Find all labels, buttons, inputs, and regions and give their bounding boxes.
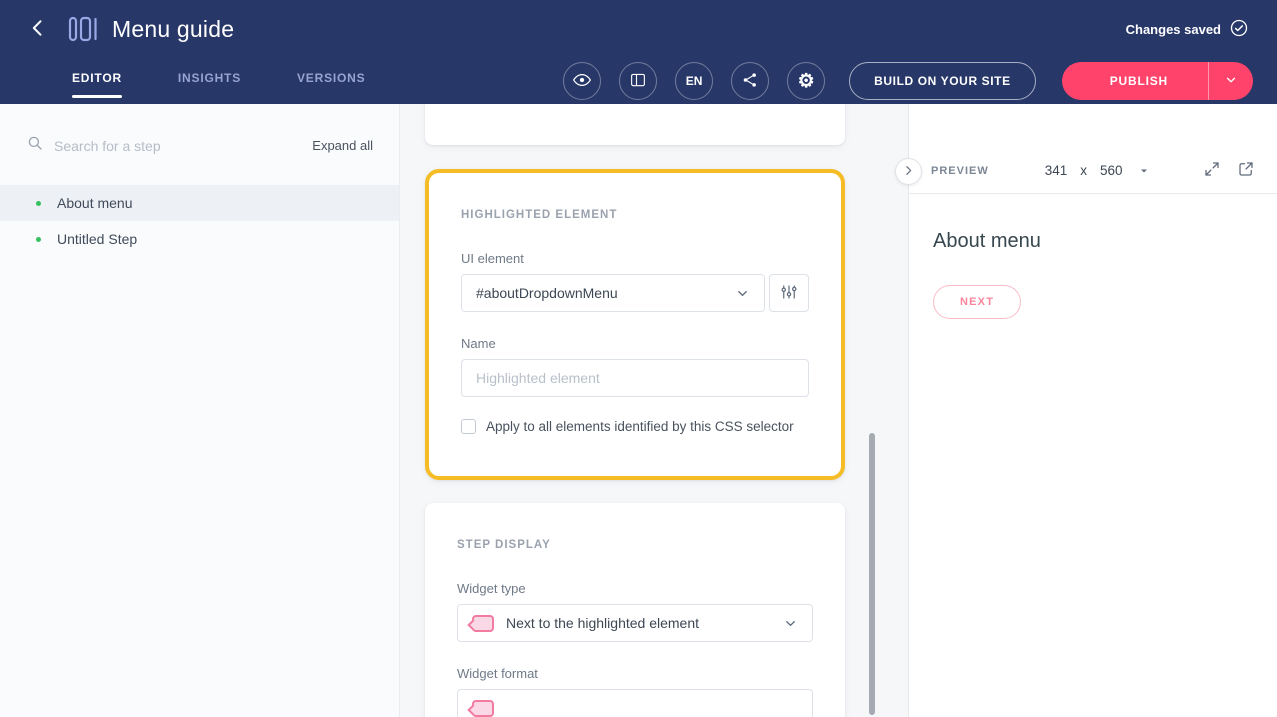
step-display-card: STEP DISPLAY Widget type Next to the hig…: [425, 503, 845, 717]
selector-settings-button[interactable]: [769, 274, 809, 312]
main-tabs: EDITOR INSIGHTS VERSIONS: [72, 58, 365, 104]
back-button[interactable]: [28, 18, 48, 41]
step-item-about-menu[interactable]: About menu: [0, 185, 399, 221]
step-item-label: Untitled Step: [57, 231, 137, 247]
build-on-your-site-button[interactable]: BUILD ON YOUR SITE: [849, 62, 1036, 100]
expand-preview-button[interactable]: [1203, 160, 1221, 181]
highlighted-element-card: HIGHLIGHTED ELEMENT UI element #aboutDro…: [425, 169, 845, 480]
chevron-right-icon: [902, 164, 915, 180]
chevron-down-icon: [1224, 73, 1238, 90]
settings-button[interactable]: ⚙: [787, 62, 825, 100]
preview-panel: PREVIEW 341 x 560: [908, 104, 1277, 717]
widget-format-label: Widget format: [457, 666, 813, 681]
search-icon: [26, 134, 44, 157]
preview-size-separator: x: [1080, 163, 1087, 178]
language-label: EN: [686, 74, 703, 88]
app-header: Menu guide Changes saved EDITOR INSIGHTS…: [0, 0, 1277, 104]
publish-button-group: PUBLISH: [1062, 62, 1253, 100]
tab-insights[interactable]: INSIGHTS: [178, 58, 241, 104]
publish-dropdown-button[interactable]: [1209, 62, 1253, 100]
step-item-untitled-step[interactable]: Untitled Step: [0, 221, 399, 257]
widget-format-select[interactable]: [457, 689, 813, 717]
sliders-icon: [780, 283, 798, 304]
preview-step-title: About menu: [933, 230, 1253, 253]
changes-saved-status: Changes saved: [1126, 18, 1249, 41]
guide-type-icon: [68, 16, 98, 42]
expand-all-link[interactable]: Expand all: [312, 138, 373, 153]
app-body: Expand all About menu Untitled Step HIGH…: [0, 104, 1277, 717]
expand-icon: [1203, 160, 1221, 181]
ui-element-value: #aboutDropdownMenu: [476, 285, 618, 301]
widget-type-value: Next to the highlighted element: [506, 615, 699, 631]
preview-width-value: 341: [1045, 163, 1068, 178]
preview-eye-button[interactable]: [563, 62, 601, 100]
name-label: Name: [461, 336, 809, 351]
section-title: STEP DISPLAY: [457, 539, 813, 551]
chevron-left-icon: [28, 18, 48, 41]
preview-body: About menu NEXT: [909, 194, 1277, 355]
preview-label: PREVIEW: [931, 165, 989, 177]
highlighted-element-name-input[interactable]: [461, 359, 809, 397]
share-button[interactable]: [731, 62, 769, 100]
layout-button[interactable]: [619, 62, 657, 100]
editor-main: HIGHLIGHTED ELEMENT UI element #aboutDro…: [400, 104, 908, 717]
header-top-row: Menu guide Changes saved: [0, 0, 1277, 58]
widget-tooltip-icon: [472, 615, 494, 632]
preview-size-dropdown[interactable]: 341 x 560: [1045, 163, 1150, 178]
tab-editor[interactable]: EDITOR: [72, 58, 122, 104]
preview-next-button[interactable]: NEXT: [933, 285, 1021, 319]
widget-type-label: Widget type: [457, 581, 813, 596]
section-title: HIGHLIGHTED ELEMENT: [461, 209, 809, 221]
language-button[interactable]: EN: [675, 62, 713, 100]
chevron-down-icon: [1138, 165, 1150, 177]
ui-element-label: UI element: [461, 251, 809, 266]
apply-all-label: Apply to all elements identified by this…: [486, 419, 794, 434]
steps-sidebar: Expand all About menu Untitled Step: [0, 104, 400, 717]
eye-icon: [572, 70, 592, 93]
check-circle-icon: [1229, 18, 1249, 41]
card-previous-section: [425, 104, 845, 145]
gear-icon: ⚙: [798, 72, 815, 91]
ui-element-select[interactable]: #aboutDropdownMenu: [461, 274, 765, 312]
open-external-button[interactable]: [1237, 160, 1255, 181]
layout-panel-icon: [629, 71, 647, 92]
step-status-dot: [36, 201, 41, 206]
step-search-input[interactable]: [54, 138, 302, 154]
external-link-icon: [1237, 160, 1255, 181]
chevron-down-icon: [783, 616, 798, 631]
page-title: Menu guide: [112, 16, 234, 43]
header-actions: EN ⚙ BUILD ON YOUR SITE PUBLISH: [563, 58, 1253, 104]
editor-content-column: HIGHLIGHTED ELEMENT UI element #aboutDro…: [425, 104, 845, 717]
collapse-preview-button[interactable]: [895, 158, 922, 185]
preview-header: PREVIEW 341 x 560: [909, 148, 1277, 194]
widget-type-select[interactable]: Next to the highlighted element: [457, 604, 813, 642]
preview-header-icons: [1203, 160, 1255, 181]
widget-format-icon: [472, 700, 494, 717]
step-search-row: Expand all: [0, 104, 399, 177]
publish-button[interactable]: PUBLISH: [1062, 62, 1208, 100]
header-tabs-row: EDITOR INSIGHTS VERSIONS EN: [0, 58, 1277, 104]
preview-height-value: 560: [1100, 163, 1123, 178]
chevron-down-icon: [735, 286, 750, 301]
step-status-dot: [36, 237, 41, 242]
tab-versions[interactable]: VERSIONS: [297, 58, 365, 104]
ui-element-row: #aboutDropdownMenu: [461, 274, 809, 312]
apply-all-checkbox[interactable]: [461, 419, 476, 434]
editor-scrollbar[interactable]: [869, 433, 875, 715]
step-list: About menu Untitled Step: [0, 185, 399, 257]
apply-all-row: Apply to all elements identified by this…: [461, 419, 809, 434]
share-icon: [741, 71, 759, 92]
changes-saved-label: Changes saved: [1126, 22, 1221, 37]
step-item-label: About menu: [57, 195, 133, 211]
